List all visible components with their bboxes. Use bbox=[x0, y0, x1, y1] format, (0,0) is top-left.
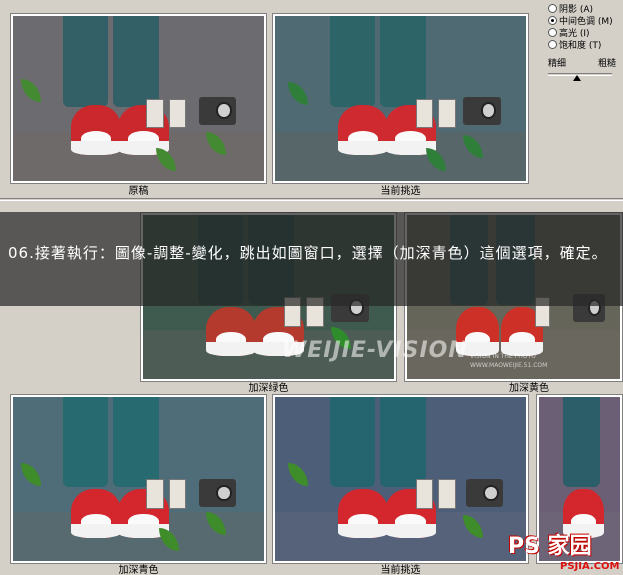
deeper-cyan-thumbnail[interactable] bbox=[10, 394, 267, 564]
radio-saturation[interactable]: 饱和度 (T) bbox=[548, 38, 623, 51]
radio-shadows[interactable]: 阴影 (A) bbox=[548, 2, 623, 15]
radio-midtones[interactable]: 中间色调 (M) bbox=[548, 14, 623, 27]
radio-shadows-button[interactable] bbox=[548, 3, 557, 13]
site-logo: PS 家园 bbox=[508, 534, 592, 559]
slider-coarse-label: 粗糙 bbox=[597, 59, 616, 69]
radio-highlights-button[interactable] bbox=[548, 27, 557, 37]
watermark-logo: WEIJIE-VISION bbox=[282, 338, 468, 363]
slider-fine-label: 精细 bbox=[548, 59, 567, 69]
original-thumbnail bbox=[10, 13, 267, 184]
current-pick-caption-top: 当前挑选 bbox=[380, 186, 421, 197]
original-photo bbox=[13, 16, 264, 181]
radio-saturation-label: 饱和度 (T) bbox=[559, 40, 602, 51]
radio-midtones-button[interactable] bbox=[548, 15, 557, 25]
site-logo-url: PSJIA.COM bbox=[560, 561, 620, 572]
variations-panel: 阴影 (A) 中间色调 (M) 高光 (I) 饱和度 (T) 精细 粗糙 bbox=[548, 2, 623, 82]
current-pick-thumbnail-top[interactable] bbox=[272, 13, 529, 184]
current-pick-thumbnail-bottom[interactable] bbox=[272, 394, 529, 564]
watermark-sub-line-2: WWW.MAOWEIJIE.51.COM bbox=[470, 362, 548, 369]
current-pick-caption-bottom: 当前挑选 bbox=[380, 565, 421, 575]
watermark-sub: VISION IN THE PHOTO WWW.MAOWEIJIE.51.COM bbox=[470, 352, 547, 370]
instruction-overlay: 06.接著執行：圖像-調整-變化，跳出如圖窗口，選擇（加深青色）這個選項，確定。 bbox=[0, 212, 623, 306]
section-divider bbox=[0, 198, 623, 201]
current-pick-photo-top bbox=[275, 16, 526, 181]
deeper-cyan-photo bbox=[13, 397, 264, 561]
slider-labels: 精细 粗糙 bbox=[548, 56, 616, 69]
watermark-sub-line-1: VISION IN THE PHOTO bbox=[470, 353, 536, 360]
fine-coarse-slider[interactable] bbox=[548, 73, 612, 81]
slider-thumb[interactable] bbox=[572, 75, 581, 81]
radio-highlights[interactable]: 高光 (I) bbox=[548, 26, 623, 39]
deeper-cyan-caption: 加深青色 bbox=[118, 565, 159, 575]
radio-saturation-button[interactable] bbox=[548, 39, 557, 49]
current-pick-photo-bottom bbox=[275, 397, 526, 561]
instruction-text: 06.接著執行：圖像-調整-變化，跳出如圖窗口，選擇（加深青色）這個選項，確定。 bbox=[8, 244, 608, 262]
original-caption: 原稿 bbox=[128, 186, 149, 197]
